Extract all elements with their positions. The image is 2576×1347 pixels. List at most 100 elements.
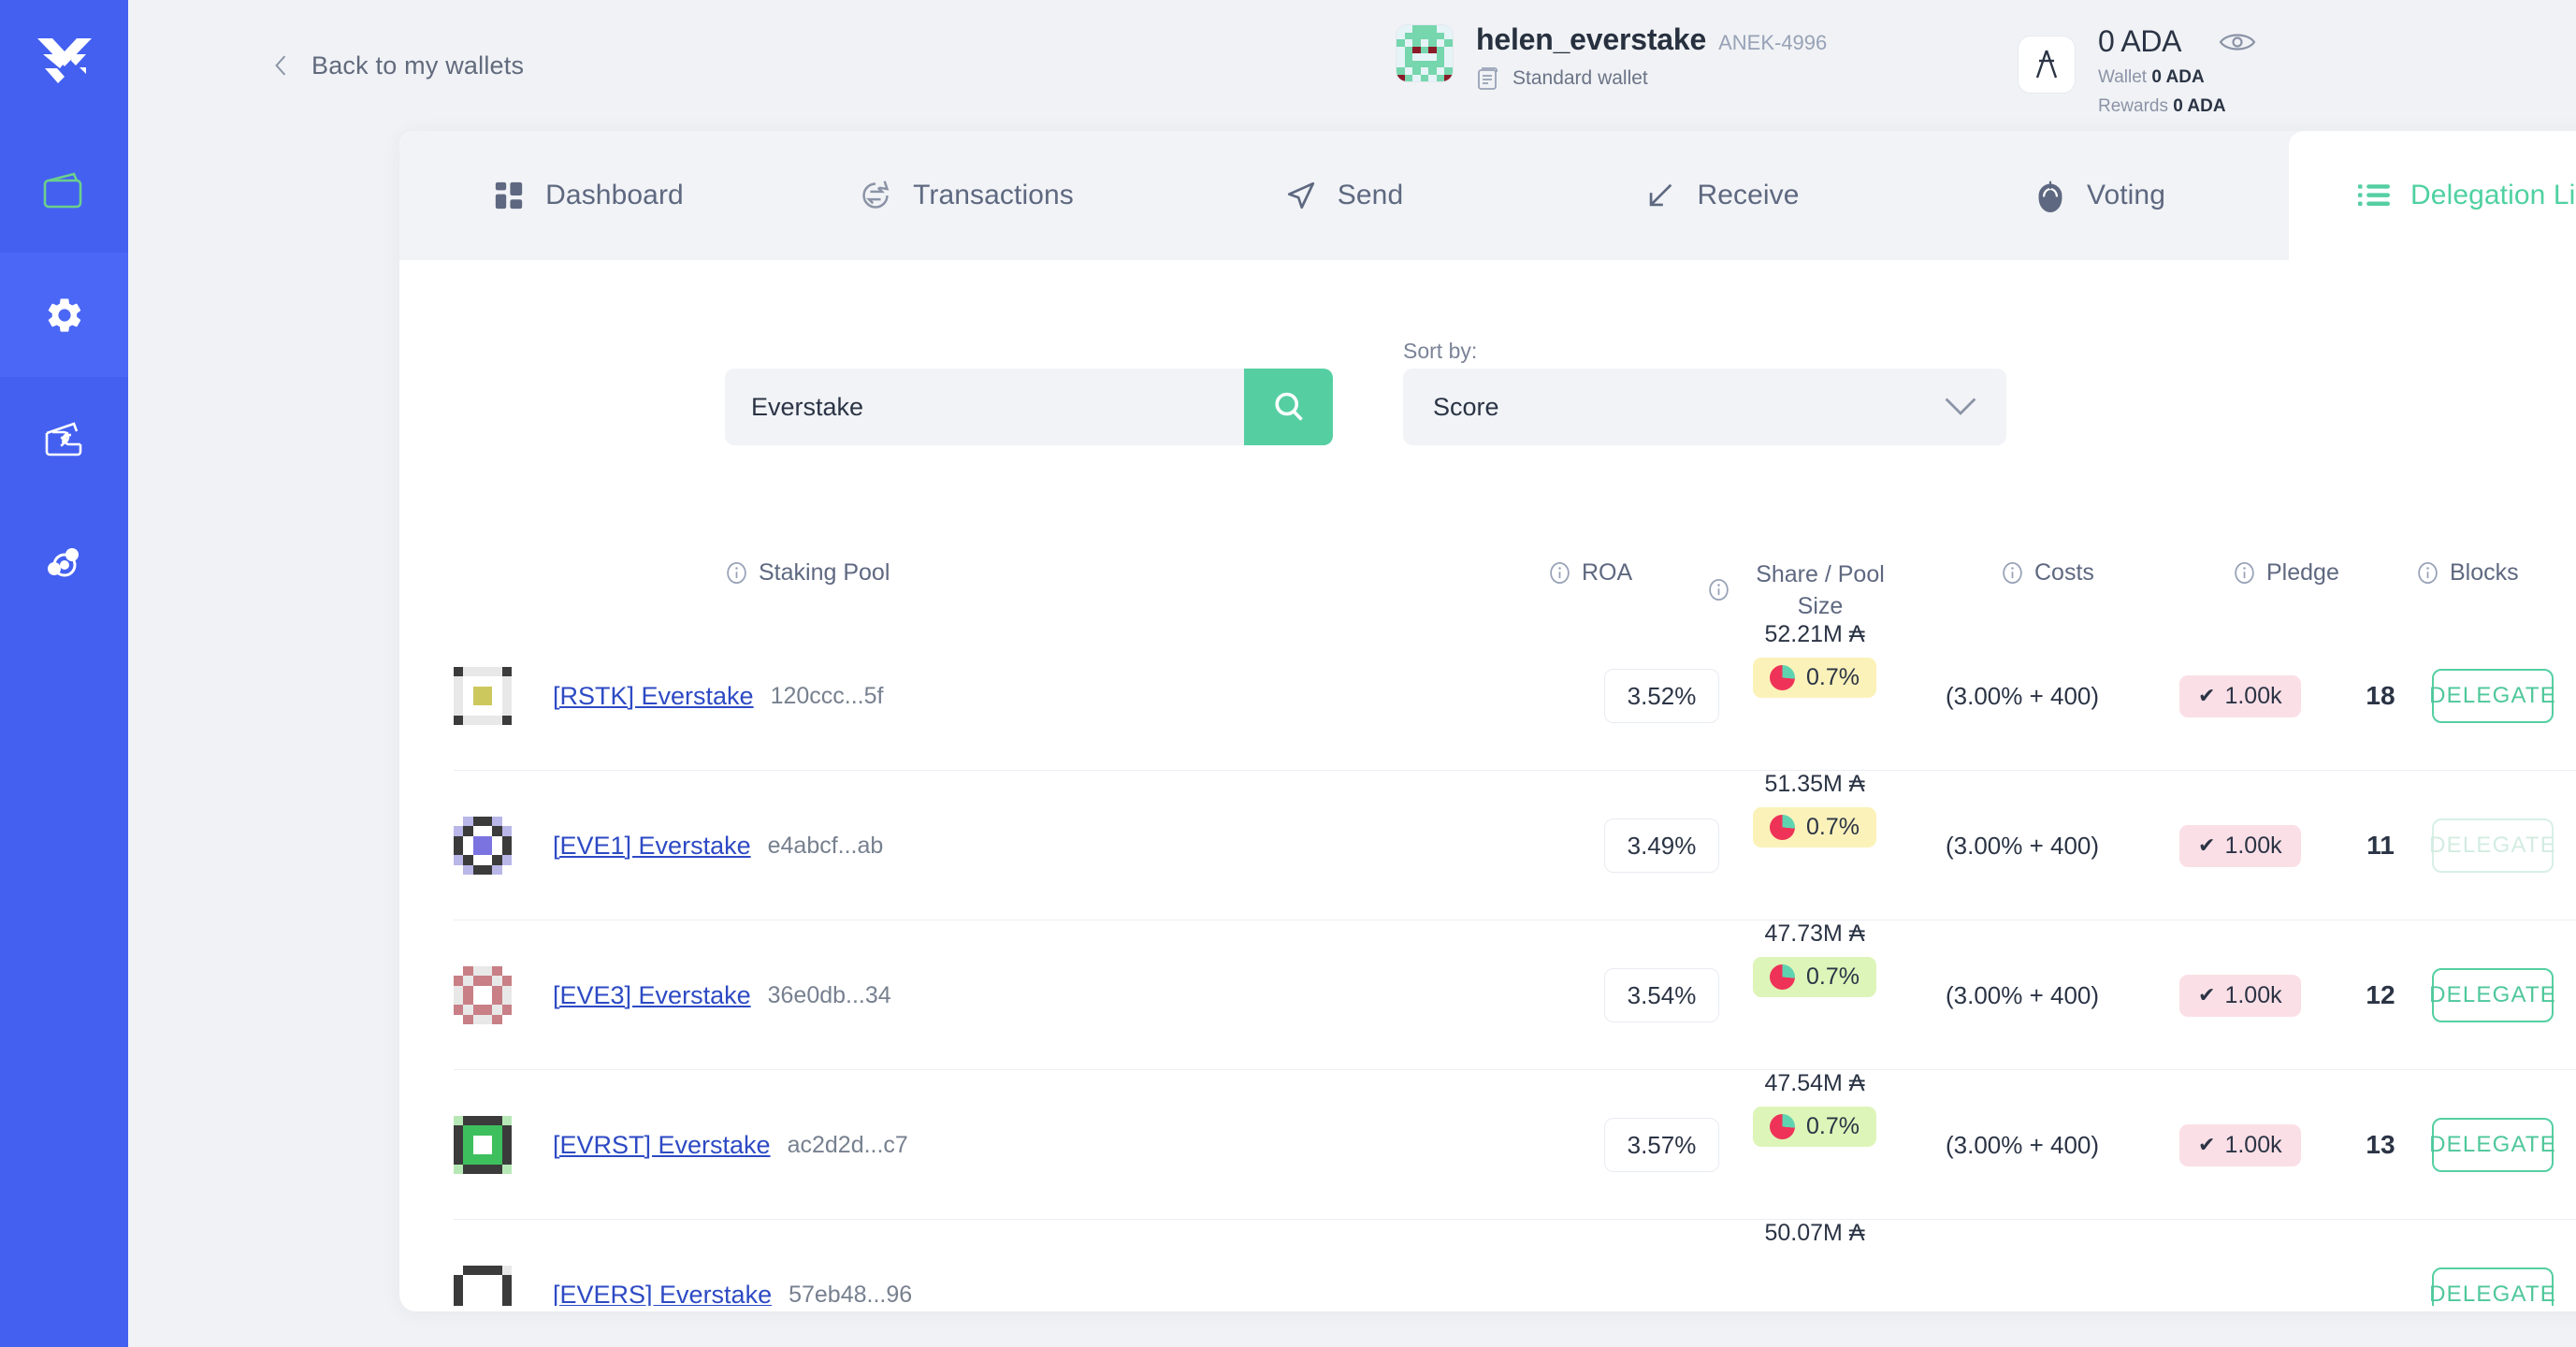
- ada-symbol-icon: [2035, 50, 2058, 79]
- blocks-cell: 11: [2352, 771, 2409, 920]
- info-icon: [1550, 562, 1570, 584]
- info-icon: [727, 562, 746, 584]
- dashboard-grid-icon: [495, 181, 523, 210]
- pool-name-link[interactable]: [EVRST] Everstake: [553, 1131, 771, 1160]
- pool-name-link[interactable]: [EVE1] Everstake: [553, 832, 751, 861]
- pledge-badge: ✔ 1.00k: [2179, 674, 2301, 717]
- tab-dashboard[interactable]: Dashboard: [399, 131, 777, 260]
- check-icon: ✔: [2198, 1133, 2216, 1156]
- wallet-transfer-icon: [45, 421, 81, 456]
- info-icon: [1709, 579, 1729, 601]
- info-icon: [2003, 562, 2022, 584]
- sidebar-item-transfer[interactable]: [0, 377, 128, 501]
- tab-receive[interactable]: Receive: [1533, 131, 1911, 260]
- document-icon: [1478, 67, 1498, 90]
- chevron-down-icon: [1945, 398, 1976, 415]
- pool-table-body: [RSTK] Everstake 120ccc...5f 3.52% 52.21M ₳…: [399, 621, 2576, 1311]
- search-button[interactable]: [1244, 369, 1333, 445]
- tab-transactions-label: Transactions: [913, 180, 1074, 210]
- wallet-icon: [43, 171, 81, 208]
- transactions-icon: [862, 181, 890, 209]
- blocks-value: 12: [2366, 980, 2395, 1009]
- share-badge: 0.7%: [1753, 1107, 1876, 1147]
- share-pool-size-cell: 51.35M ₳ 0.7%: [1707, 771, 1922, 920]
- back-to-wallets-link[interactable]: Back to my wallets: [270, 51, 524, 80]
- delegate-button[interactable]: DELEGATE: [2429, 1118, 2555, 1172]
- tab-delegation-list[interactable]: Delegation List: [2289, 131, 2576, 260]
- delegate-button[interactable]: DELEGATE: [2429, 968, 2555, 1022]
- share-badge: 0.7%: [1753, 658, 1876, 698]
- column-header-costs-label: Costs: [2034, 559, 2094, 586]
- pledge-cell: ✔ 1.00k: [2179, 1070, 2301, 1220]
- sidebar-item-settings[interactable]: [0, 253, 128, 377]
- toggle-balance-visibility-button[interactable]: [2219, 30, 2256, 54]
- column-header-roa[interactable]: ROA: [1548, 559, 1632, 587]
- column-header-share-label: Share / Pool Size: [1756, 561, 1885, 619]
- pool-cell: [EVERS] Everstake 57eb48...96: [454, 1220, 912, 1311]
- pledge-cell: ✔ 1.00k: [2179, 771, 2301, 920]
- wallet-type-label: Standard wallet: [1512, 67, 1648, 89]
- table-row: [RSTK] Everstake 120ccc...5f 3.52% 52.21M ₳…: [454, 621, 2576, 771]
- search-input[interactable]: [725, 369, 1244, 445]
- sidebar-item-wallet[interactable]: [0, 128, 128, 253]
- delegate-button[interactable]: DELEGATE: [2429, 1267, 2555, 1311]
- blocks-cell: 18: [2352, 621, 2409, 771]
- table-row: [EVRST] Everstake ac2d2d...c7 3.57% 47.54M …: [454, 1070, 2576, 1220]
- costs-cell: (3.00% + 400): [1946, 920, 2099, 1070]
- balance-rewards-label: Rewards: [2098, 96, 2168, 116]
- tab-bar: Dashboard Transactions Send Receive Voti…: [399, 131, 2576, 260]
- voting-icon: [2038, 181, 2062, 212]
- column-header-pool-label: Staking Pool: [759, 559, 890, 586]
- tab-transactions[interactable]: Transactions: [777, 131, 1155, 260]
- everstake-logo-icon: [36, 37, 92, 83]
- pool-hash: 57eb48...96: [789, 1281, 913, 1308]
- costs-cell: (3.00% + 400): [1946, 621, 2099, 771]
- card-bottom-edge: [399, 1306, 2576, 1311]
- pledge-badge: ✔ 1.00k: [2179, 974, 2301, 1017]
- pool-hash: e4abcf...ab: [767, 832, 884, 859]
- tab-send-label: Send: [1337, 180, 1404, 210]
- column-header-share[interactable]: Share / Pool Size: [1707, 559, 1900, 623]
- delegate-cell: DELEGATE: [2429, 621, 2555, 771]
- sort-by-select[interactable]: Score: [1403, 369, 2006, 445]
- pool-hash: 120ccc...5f: [770, 682, 884, 709]
- delegate-cell: DELEGATE: [2429, 1070, 2555, 1220]
- sidebar: [0, 0, 128, 1347]
- pool-size-value: 47.73M ₳: [1764, 920, 1865, 947]
- sidebar-item-staking[interactable]: [0, 501, 128, 626]
- gear-icon: [48, 297, 80, 332]
- column-header-pledge-label: Pledge: [2266, 559, 2339, 586]
- sort-by-value: Score: [1433, 392, 1499, 421]
- pool-name-link[interactable]: [RSTK] Everstake: [553, 682, 754, 711]
- app-root: Back to my wallets helen_everstake ANEK-…: [0, 0, 2576, 1347]
- balance-rewards-value: 0 ADA: [2173, 96, 2226, 116]
- check-icon: ✔: [2198, 983, 2216, 1007]
- balance-wallet-value: 0 ADA: [2151, 67, 2205, 87]
- pool-hash: 36e0db...34: [767, 981, 891, 1008]
- costs-value: (3.00% + 400): [1946, 681, 2100, 710]
- column-header-pool[interactable]: Staking Pool: [725, 559, 890, 587]
- delegate-button[interactable]: DELEGATE: [2429, 669, 2555, 723]
- tab-send[interactable]: Send: [1155, 131, 1533, 260]
- balance-summary: 0 ADA Wallet 0 ADA Rewards 0 ADA: [2018, 24, 2256, 117]
- search-box: [725, 369, 1333, 445]
- send-paperplane-icon: [1287, 181, 1314, 210]
- pledge-value: 1.00k: [2224, 981, 2282, 1008]
- share-pool-size-cell: 52.21M ₳ 0.7%: [1707, 621, 1922, 771]
- pool-name-link[interactable]: [EVE3] Everstake: [553, 981, 751, 1010]
- check-icon: ✔: [2198, 684, 2216, 707]
- column-header-costs[interactable]: Costs: [2001, 559, 2094, 587]
- back-to-wallets-label: Back to my wallets: [311, 51, 525, 80]
- column-header-pledge[interactable]: Pledge: [2233, 559, 2339, 587]
- pool-name-link[interactable]: [EVERS] Everstake: [553, 1281, 772, 1310]
- column-header-blocks[interactable]: Blocks: [2416, 559, 2519, 587]
- pledge-cell: ✔ 1.00k: [2179, 621, 2301, 771]
- share-badge: 0.7%: [1753, 807, 1876, 847]
- tab-voting-label: Voting: [2086, 180, 2165, 210]
- pool-identicon-icon: [454, 966, 512, 1024]
- balance-wallet-label: Wallet: [2098, 67, 2148, 87]
- app-logo[interactable]: [0, 0, 128, 128]
- tab-voting[interactable]: Voting: [1911, 131, 2289, 260]
- pledge-value: 1.00k: [2224, 832, 2282, 859]
- pledge-badge: ✔ 1.00k: [2179, 824, 2301, 867]
